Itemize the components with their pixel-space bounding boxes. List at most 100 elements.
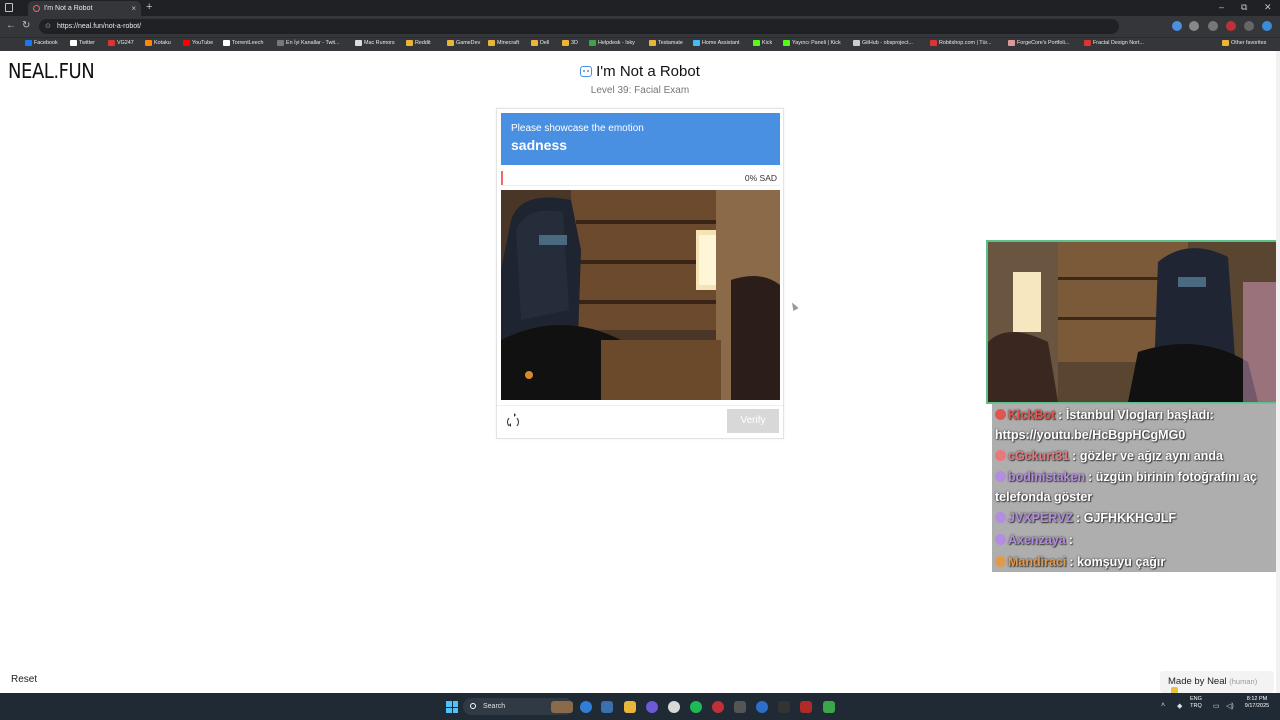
- restore-button[interactable]: ⧉: [1241, 2, 1247, 13]
- bookmark-item[interactable]: TorrentLeech: [223, 40, 263, 46]
- acrobat-icon[interactable]: [800, 701, 812, 713]
- app-icon[interactable]: [778, 701, 790, 713]
- bookmark-item[interactable]: 3D: [562, 40, 578, 46]
- bookmark-label: ForgeCore's Portfoli...: [1017, 40, 1070, 46]
- language-code: ENG: [1190, 696, 1202, 702]
- spotify-icon[interactable]: [690, 701, 702, 713]
- bookmark-label: Home Assistant: [702, 40, 740, 46]
- stream-chat: KickBot: İstanbul Vlogları başladı: http…: [992, 403, 1280, 572]
- tab-actions-icon[interactable]: [5, 3, 13, 12]
- made-by-badge[interactable]: Made by Neal (human): [1160, 671, 1274, 696]
- chrome-icon[interactable]: [668, 701, 680, 713]
- copilot-icon[interactable]: [1262, 21, 1272, 31]
- bookmark-item[interactable]: Twitter: [70, 40, 95, 46]
- bookmark-item[interactable]: Kick: [753, 40, 772, 46]
- bookmark-item[interactable]: VG247: [108, 40, 134, 46]
- obs-icon[interactable]: [712, 701, 724, 713]
- site-favicon-icon: [33, 5, 40, 12]
- clock[interactable]: 8:12 PM 9/17/2025: [1240, 696, 1274, 710]
- menu-icon[interactable]: [1244, 21, 1254, 31]
- chat-message: Mandiraci: komşuyu çağır: [995, 551, 1277, 572]
- back-icon[interactable]: ←: [6, 20, 16, 31]
- bookmark-item[interactable]: Reddit: [406, 40, 431, 46]
- windows-taskbar: Search ˄ ◆ ENG TRQ ▭ ◁) 8:12 PM 9/17/202…: [0, 693, 1280, 720]
- bookmark-label: Reddit: [415, 40, 431, 46]
- page-title: I'm Not a Robot: [0, 63, 1280, 80]
- refresh-icon[interactable]: ↻: [22, 20, 30, 31]
- profile-icon[interactable]: [1226, 21, 1236, 31]
- discord-icon[interactable]: [646, 701, 658, 713]
- bookmark-item[interactable]: Robitshop.com | Tür...: [930, 40, 992, 46]
- taskbar-search-label: Search: [483, 703, 506, 710]
- chat-text: GJFHKKHGJLF: [1083, 511, 1177, 525]
- user-badge-icon: [995, 409, 1006, 420]
- bookmark-icon: [589, 40, 596, 46]
- bookmark-item[interactable]: GitHub - obsproject...: [853, 40, 913, 46]
- bookmark-icon: [753, 40, 760, 46]
- bookmark-item[interactable]: Helpdesk - Isky: [589, 40, 635, 46]
- chat-separator: :: [1058, 408, 1063, 422]
- captcha-box: Please showcase the emotion sadness 0% S…: [496, 108, 784, 439]
- language-indicator[interactable]: ENG TRQ: [1190, 696, 1202, 710]
- bookmark-item[interactable]: En İyi Kanallar - Twit...: [277, 40, 340, 46]
- bookmark-item[interactable]: YouTube: [183, 40, 213, 46]
- bookmark-item[interactable]: Fractal Design Nort...: [1084, 40, 1144, 46]
- bookmark-item[interactable]: Mac Rumors: [355, 40, 395, 46]
- bookmark-item[interactable]: ForgeCore's Portfoli...: [1008, 40, 1069, 46]
- search-highlight-icon[interactable]: [551, 701, 573, 713]
- reset-button[interactable]: Reset: [11, 674, 37, 685]
- file-explorer-icon[interactable]: [624, 701, 636, 713]
- network-icon[interactable]: ▭: [1213, 702, 1220, 710]
- mouse-cursor-icon: [789, 301, 799, 311]
- extension-icon[interactable]: [1172, 21, 1182, 31]
- bookmark-icon: [223, 40, 230, 46]
- user-badge-icon: [995, 450, 1006, 461]
- new-tab-button[interactable]: +: [146, 1, 152, 13]
- browser-tab-active[interactable]: I'm Not a Robot ×: [28, 1, 141, 16]
- bookmark-item[interactable]: Yayıncı Paneli | Kick: [783, 40, 841, 46]
- show-hidden-icons-icon[interactable]: ˄: [1161, 702, 1165, 709]
- streamer-webcam: [986, 240, 1280, 404]
- bookmark-label: VG247: [117, 40, 134, 46]
- bookmark-label: Kick: [762, 40, 773, 46]
- steam-icon[interactable]: [601, 701, 613, 713]
- bookmark-item[interactable]: Facebook: [25, 40, 58, 46]
- chat-message: JVXPERVZ: GJFHKKHGJLF: [995, 507, 1277, 529]
- emotion-meter-label: 0% SAD: [744, 173, 777, 183]
- chat-username: Axenzaya: [1008, 533, 1066, 547]
- close-window-button[interactable]: ✕: [1264, 2, 1272, 13]
- app-icon[interactable]: [756, 701, 768, 713]
- bookmark-item[interactable]: Dell: [531, 40, 549, 46]
- volume-icon[interactable]: ◁): [1226, 702, 1234, 710]
- start-menu-icon[interactable]: [446, 701, 458, 713]
- app-icon[interactable]: [823, 701, 835, 713]
- page-scrollbar[interactable]: [1276, 51, 1280, 693]
- bookmark-item[interactable]: Home Assistant: [693, 40, 739, 46]
- tray-app-icon[interactable]: ◆: [1177, 702, 1182, 710]
- keyboard-layout: TRQ: [1190, 703, 1202, 709]
- webcam-image: [501, 190, 780, 400]
- bookmark-label: TorrentLeech: [232, 40, 264, 46]
- clock-time: 8:12 PM: [1246, 696, 1268, 702]
- address-bar[interactable]: ⊙ https://neal.fun/not-a-robot/: [39, 19, 1119, 34]
- app-icon[interactable]: [734, 701, 746, 713]
- other-favorites[interactable]: Other favorites: [1222, 40, 1266, 46]
- bookmark-icon: [693, 40, 700, 46]
- bookmark-item[interactable]: Testamate: [649, 40, 683, 46]
- reload-icon[interactable]: [507, 413, 519, 428]
- close-tab-icon[interactable]: ×: [131, 4, 136, 13]
- extension-icon[interactable]: [1189, 21, 1199, 31]
- site-info-icon[interactable]: ⊙: [45, 19, 51, 34]
- bookmark-item[interactable]: GameDev: [447, 40, 480, 46]
- minimize-button[interactable]: –: [1219, 2, 1224, 12]
- bookmark-label: Kotaku: [154, 40, 171, 46]
- downloads-icon[interactable]: [1208, 21, 1218, 31]
- prompt-instruction: Please showcase the emotion: [511, 123, 644, 134]
- chat-username: Mandiraci: [1008, 555, 1067, 569]
- bookmark-label: Twitter: [79, 40, 95, 46]
- edge-icon[interactable]: [580, 701, 592, 713]
- verify-button[interactable]: Verify: [727, 409, 779, 433]
- bookmark-item[interactable]: Minecraft: [488, 40, 519, 46]
- bookmark-label: Minecraft: [497, 40, 520, 46]
- bookmark-item[interactable]: Kotaku: [145, 40, 171, 46]
